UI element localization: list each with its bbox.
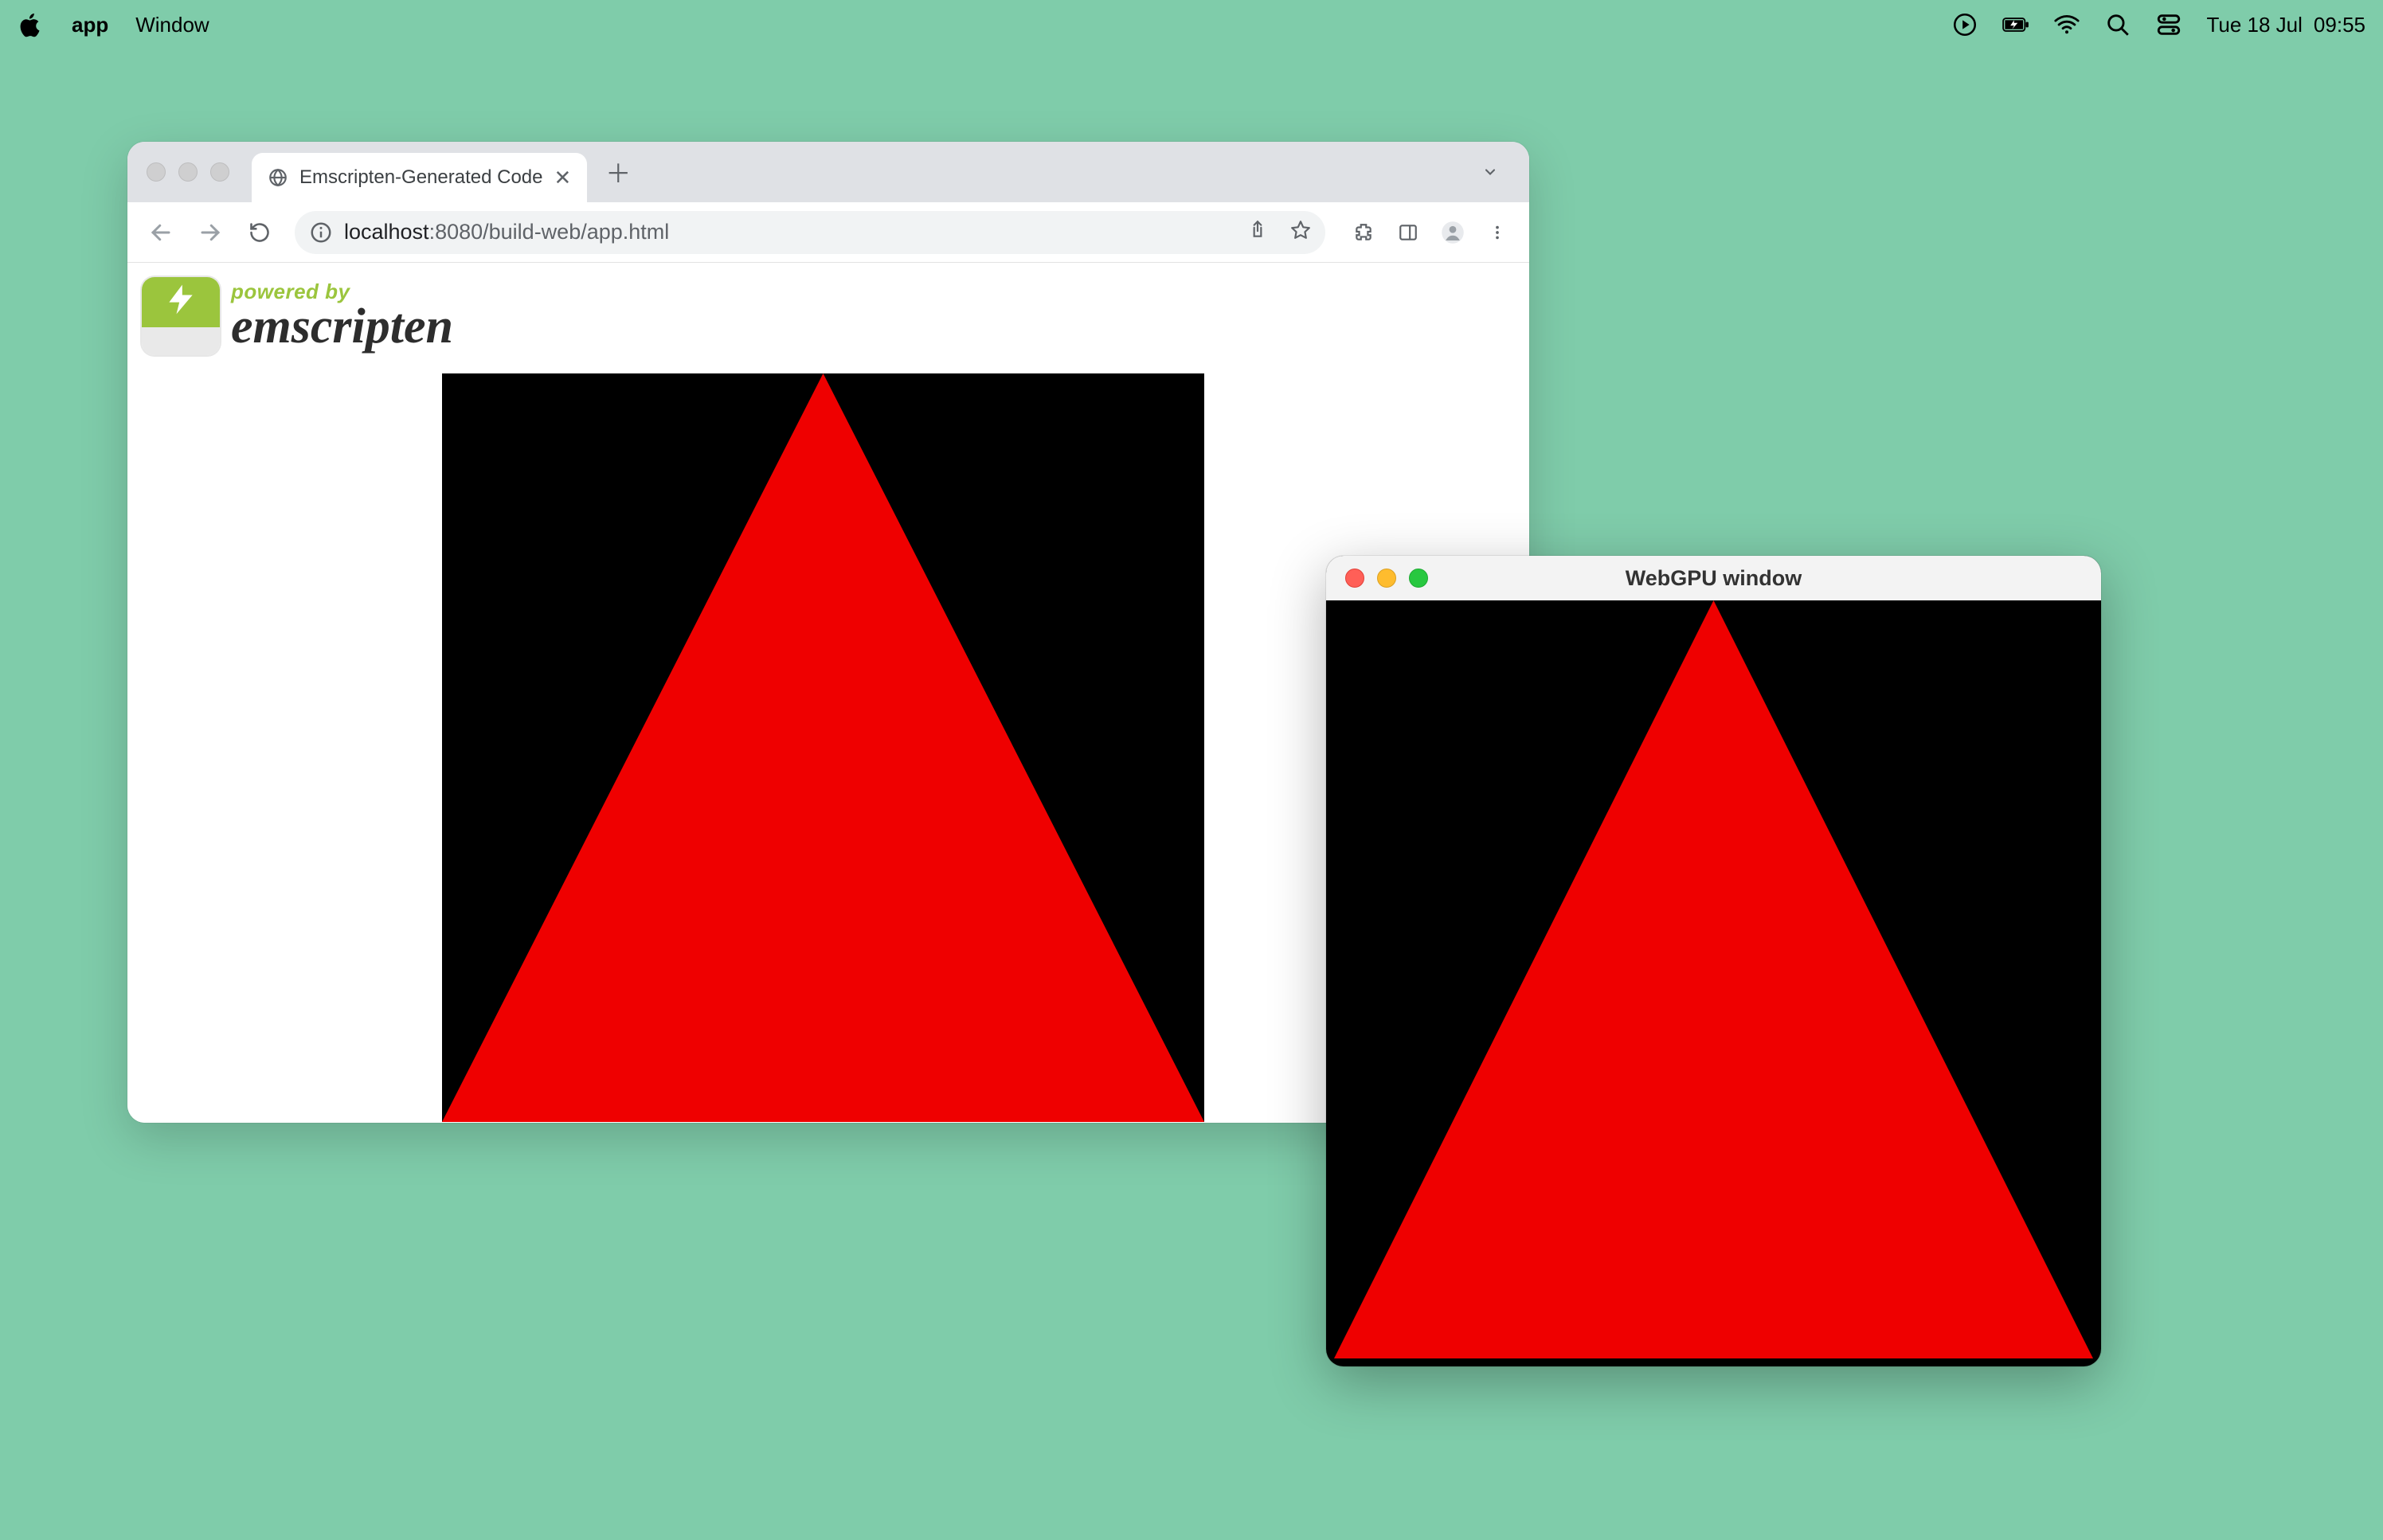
- native-titlebar[interactable]: WebGPU window: [1326, 556, 2101, 600]
- zoom-dot-icon[interactable]: [210, 162, 229, 182]
- zoom-dot-icon[interactable]: [1409, 569, 1428, 588]
- red-triangle: [1334, 600, 2093, 1358]
- globe-icon: [268, 167, 288, 188]
- emscripten-name: emscripten: [231, 302, 453, 351]
- menubar-datetime[interactable]: Tue 18 Jul 09:55: [2206, 13, 2365, 37]
- browser-toolbar: localhost:8080/build-web/app.html: [127, 202, 1529, 263]
- bolt-icon: [163, 277, 198, 327]
- native-window-title: WebGPU window: [1326, 566, 2101, 591]
- browser-viewport: powered by emscripten: [127, 263, 1529, 1123]
- control-center-icon[interactable]: [2155, 11, 2182, 38]
- screen-record-icon[interactable]: [1951, 11, 1978, 38]
- tab-title: Emscripten-Generated Code: [299, 166, 542, 189]
- window-menu[interactable]: Window: [135, 13, 209, 37]
- wifi-icon[interactable]: [2053, 11, 2080, 38]
- menubar-date: Tue 18 Jul: [2206, 13, 2302, 37]
- menubar-left: app Window: [18, 11, 209, 38]
- tab-close-icon[interactable]: ✕: [554, 166, 571, 190]
- profile-avatar-icon[interactable]: [1434, 213, 1472, 252]
- menubar-time: 09:55: [2314, 13, 2365, 37]
- app-menu[interactable]: app: [72, 13, 108, 37]
- native-app-window: WebGPU window: [1326, 556, 2101, 1366]
- apple-logo-icon[interactable]: [18, 11, 45, 38]
- emscripten-badge-icon: [142, 277, 220, 355]
- emscripten-text: powered by emscripten: [231, 281, 453, 351]
- red-triangle: [442, 373, 1204, 1122]
- webgpu-canvas-native: [1334, 600, 2093, 1358]
- window-controls[interactable]: [1345, 569, 1428, 588]
- window-controls-inactive[interactable]: [147, 162, 229, 182]
- emscripten-logo: powered by emscripten: [142, 277, 453, 355]
- url-path: :8080/build-web/app.html: [429, 220, 670, 244]
- reload-button[interactable]: [239, 212, 280, 253]
- browser-window: Emscripten-Generated Code ✕ ＋ localhost:…: [127, 142, 1529, 1123]
- menubar-right: Tue 18 Jul 09:55: [1951, 11, 2365, 38]
- new-tab-button[interactable]: ＋: [598, 152, 638, 192]
- tab-strip: Emscripten-Generated Code ✕ ＋: [127, 142, 1529, 202]
- sidepanel-icon[interactable]: [1389, 213, 1427, 252]
- bookmark-star-icon[interactable]: [1290, 219, 1311, 245]
- share-icon[interactable]: [1247, 219, 1268, 245]
- forward-button[interactable]: [190, 212, 231, 253]
- back-button[interactable]: [140, 212, 182, 253]
- minimize-dot-icon[interactable]: [1377, 569, 1396, 588]
- kebab-menu-icon[interactable]: [1478, 213, 1516, 252]
- url-host: localhost: [344, 220, 429, 244]
- battery-icon[interactable]: [2002, 11, 2029, 38]
- extensions-icon[interactable]: [1344, 213, 1383, 252]
- toolbar-actions: [1344, 213, 1516, 252]
- site-info-icon[interactable]: [309, 221, 333, 244]
- spotlight-icon[interactable]: [2104, 11, 2131, 38]
- browser-tab[interactable]: Emscripten-Generated Code ✕: [252, 153, 587, 202]
- url-text: localhost:8080/build-web/app.html: [344, 220, 669, 244]
- close-dot-icon[interactable]: [1345, 569, 1364, 588]
- macos-menubar: app Window Tue 18 Jul 09:55: [0, 0, 2383, 49]
- address-bar[interactable]: localhost:8080/build-web/app.html: [295, 211, 1325, 254]
- webgpu-canvas-web: [442, 373, 1204, 1122]
- close-dot-icon[interactable]: [147, 162, 166, 182]
- minimize-dot-icon[interactable]: [178, 162, 198, 182]
- tabs-overflow-button[interactable]: [1473, 155, 1507, 189]
